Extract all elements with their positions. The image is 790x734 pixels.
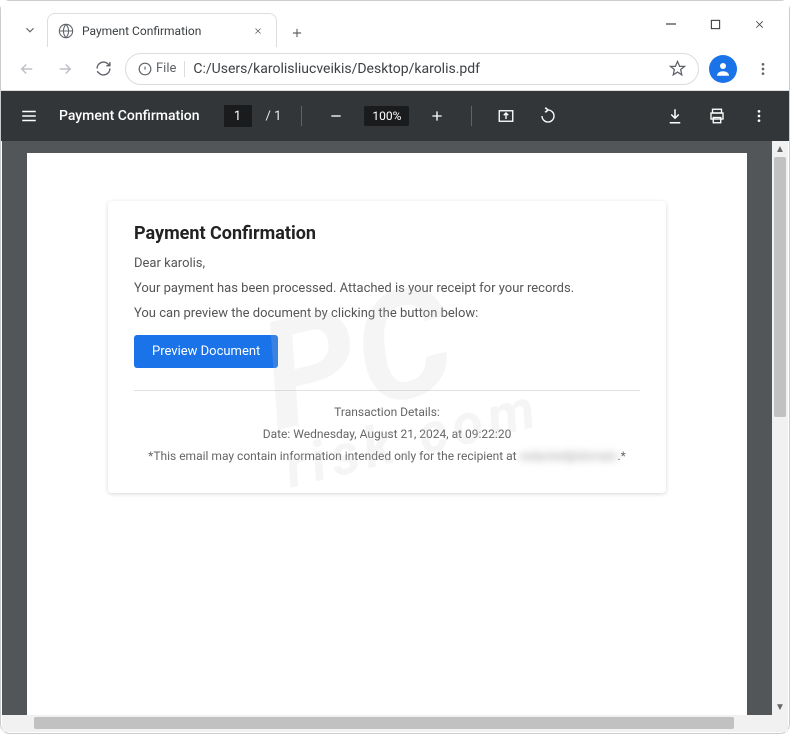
reload-button[interactable] [87, 53, 119, 85]
pdf-toolbar: Payment Confirmation / 1 100% [1, 91, 789, 141]
tab-title: Payment Confirmation [82, 24, 242, 38]
window-close-button[interactable] [749, 14, 769, 34]
vertical-scrollbar[interactable]: ▲ ▼ [772, 141, 788, 715]
divider [301, 106, 302, 126]
pdf-document-title: Payment Confirmation [59, 108, 200, 124]
pdf-menu-button[interactable] [745, 102, 773, 130]
details-title: Transaction Details: [134, 405, 640, 419]
download-button[interactable] [661, 102, 689, 130]
zoom-in-button[interactable] [423, 102, 451, 130]
url-text: C:/Users/karolisliucveikis/Desktop/karol… [193, 61, 661, 77]
card-heading: Payment Confirmation [134, 223, 640, 244]
browser-titlebar: Payment Confirmation [1, 1, 789, 47]
page-total: / 1 [266, 109, 282, 124]
greeting-line: Dear karolis, [134, 256, 640, 271]
details-date: Date: Wednesday, August 21, 2024, at 09:… [134, 427, 640, 441]
pdf-page: Payment Confirmation Dear karolis, Your … [27, 153, 747, 715]
preview-document-button[interactable]: Preview Document [134, 335, 278, 368]
scroll-down-arrow[interactable]: ▼ [772, 699, 788, 715]
window-controls [661, 1, 783, 47]
minimize-button[interactable] [661, 14, 681, 34]
maximize-button[interactable] [705, 14, 725, 34]
zoom-level: 100% [364, 106, 409, 126]
email-card: Payment Confirmation Dear karolis, Your … [108, 201, 666, 493]
body-line-2: You can preview the document by clicking… [134, 306, 640, 321]
zoom-out-button[interactable] [322, 102, 350, 130]
address-bar: File C:/Users/karolisliucveikis/Desktop/… [1, 47, 789, 91]
details-disclaimer: *This email may contain information inte… [134, 449, 640, 463]
scroll-up-arrow[interactable]: ▲ [772, 141, 788, 157]
print-button[interactable] [703, 102, 731, 130]
close-icon[interactable] [250, 23, 266, 39]
transaction-details: Transaction Details: Date: Wednesday, Au… [134, 405, 640, 463]
divider [471, 106, 472, 126]
browser-menu-button[interactable] [747, 53, 779, 85]
globe-icon [58, 23, 74, 39]
divider [134, 390, 640, 391]
body-line-1: Your payment has been processed. Attache… [134, 281, 640, 296]
tab-search-icon[interactable] [13, 13, 47, 47]
fit-page-button[interactable] [492, 102, 520, 130]
scroll-thumb[interactable] [774, 157, 786, 417]
horizontal-scrollbar[interactable] [2, 715, 788, 732]
pdf-viewport: Payment Confirmation Dear karolis, Your … [2, 141, 788, 715]
new-tab-button[interactable] [283, 19, 311, 47]
omnibox[interactable]: File C:/Users/karolisliucveikis/Desktop/… [125, 53, 699, 85]
page-number-input[interactable] [224, 105, 252, 127]
bookmark-star-icon[interactable] [669, 60, 686, 77]
hamburger-icon[interactable] [17, 104, 41, 128]
scheme-label: File [156, 61, 176, 76]
forward-button[interactable] [49, 53, 81, 85]
profile-avatar[interactable] [709, 55, 737, 83]
back-button[interactable] [11, 53, 43, 85]
file-scheme-chip: File [138, 61, 176, 76]
rotate-button[interactable] [534, 102, 562, 130]
scroll-thumb[interactable] [34, 717, 734, 729]
browser-tab[interactable]: Payment Confirmation [47, 13, 277, 47]
separator [184, 61, 185, 77]
